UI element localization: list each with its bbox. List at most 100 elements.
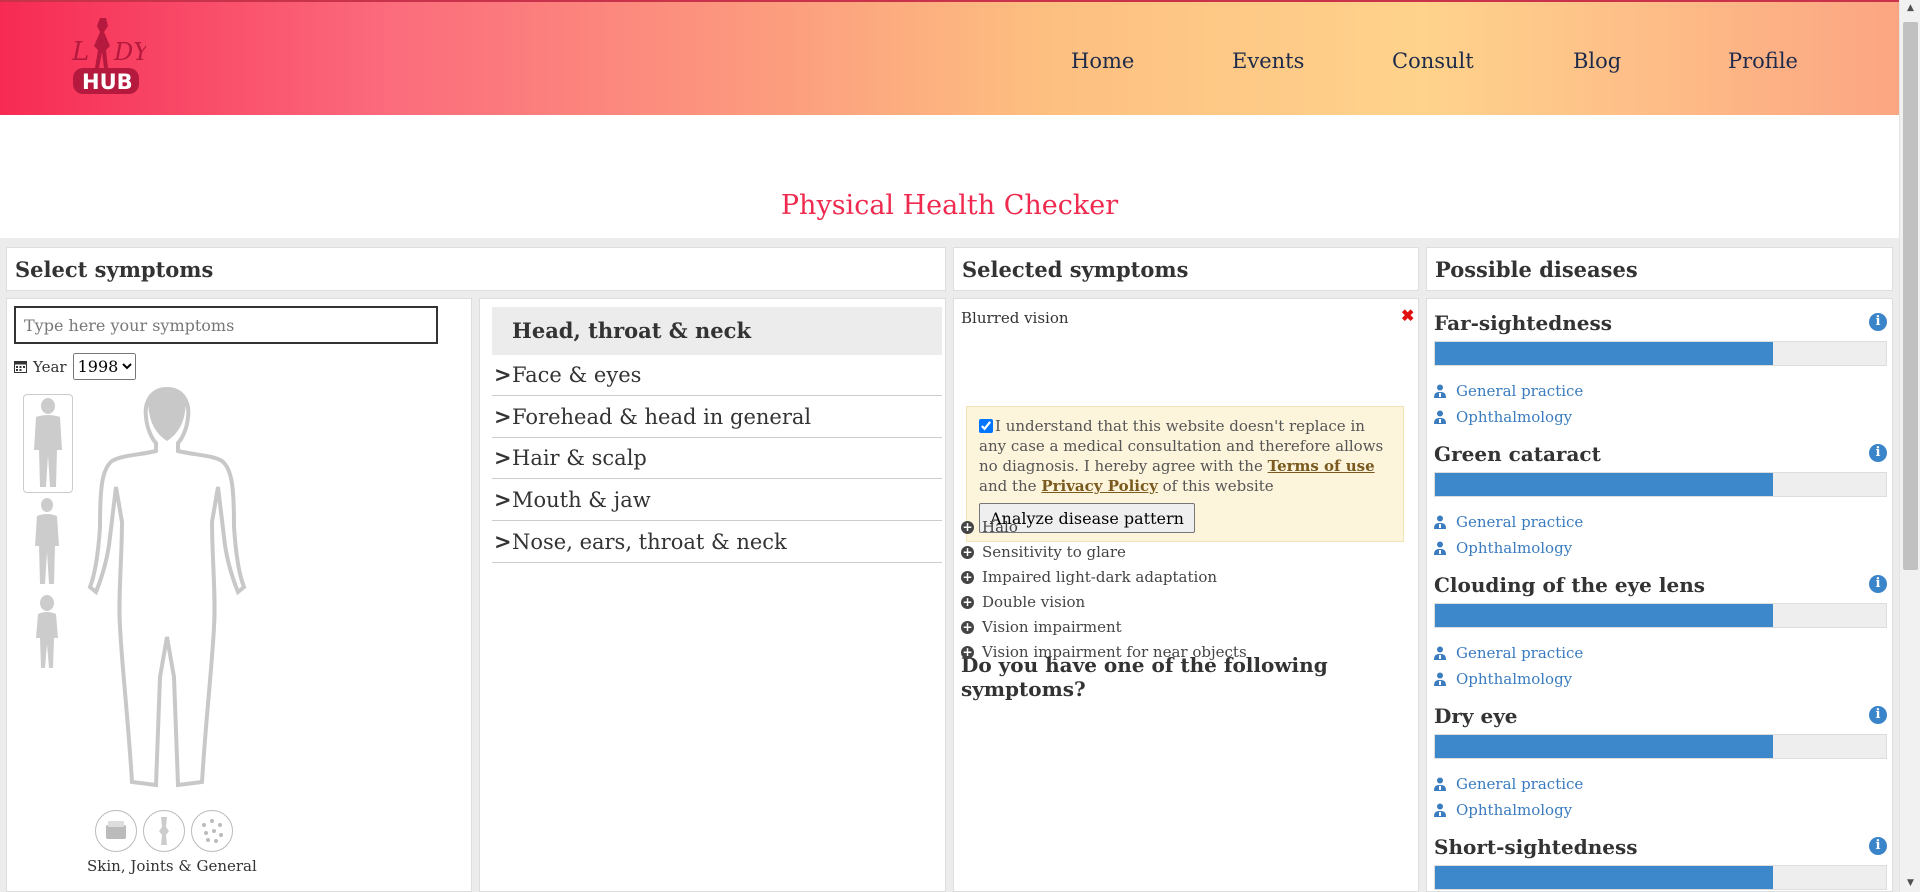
disease-item[interactable]: Dry eye i General practice Ophthalmology [1434,704,1887,823]
scroll-down-icon[interactable]: ▼ [1900,875,1920,892]
consent-box: I understand that this website doesn't r… [966,406,1404,542]
disease-item[interactable]: Short-sightedness i [1434,835,1887,891]
match-bar [1434,472,1887,497]
selected-symptom: Blurred vision [961,309,1069,327]
teen-silhouette-icon[interactable] [27,496,67,586]
terms-of-use-link[interactable]: Terms of use [1268,457,1375,475]
lady-hub-logo[interactable]: L DY HUB [70,16,146,98]
disease-name[interactable]: Far-sightedness [1434,311,1887,335]
category-item[interactable]: > Hair & scalp [492,437,942,479]
skin-button[interactable] [95,810,137,852]
possible-diseases-panel: Far-sightedness i General practice Ophthalm… [1426,298,1893,892]
skin-joints-general-caption: Skin, Joints & General [87,857,257,875]
general-button[interactable] [191,810,233,852]
joints-button[interactable] [143,810,185,852]
doctor-icon [1434,410,1446,424]
nav-blog[interactable]: Blog [1573,49,1621,73]
disease-item[interactable]: Green cataract i General practice Ophthalmo… [1434,442,1887,561]
specialist-link[interactable]: Ophthalmology [1434,666,1887,692]
general-dots-icon [202,819,223,843]
category-item[interactable]: > Forehead & head in general [492,396,942,438]
info-icon[interactable]: i [1869,575,1887,593]
suggested-symptom[interactable]: + Double vision [961,593,1085,611]
vertical-scrollbar[interactable]: ▲ ▼ [1899,0,1920,892]
selected-symptoms-panel: Blurred vision ✖ I understand that this … [953,298,1419,892]
select-symptoms-header: Select symptoms [6,247,946,291]
suggested-symptom[interactable]: + Sensitivity to glare [961,543,1126,561]
doctor-icon [1434,515,1446,529]
disease-name[interactable]: Green cataract [1434,442,1887,466]
info-icon[interactable]: i [1869,837,1887,855]
disease-item[interactable]: Clouding of the eye lens i General practic… [1434,573,1887,692]
plus-icon: + [961,519,974,534]
chevron-right-icon: > [494,487,512,512]
disease-name[interactable]: Short-sightedness [1434,835,1887,859]
category-item[interactable]: > Face & eyes [492,354,942,396]
specialist-link[interactable]: Ophthalmology [1434,404,1887,430]
suggested-symptom[interactable]: + Vision impairment for near objects [961,643,1247,661]
child-silhouette-icon[interactable] [29,594,65,670]
disease-item[interactable]: Far-sightedness i General practice Ophthalm… [1434,311,1887,430]
scroll-up-icon[interactable]: ▲ [1900,0,1920,17]
disease-name[interactable]: Dry eye [1434,704,1887,728]
plus-icon: + [961,619,974,634]
nav-consult[interactable]: Consult [1392,49,1474,73]
selected-symptoms-header: Selected symptoms [953,247,1419,291]
svg-text:DY: DY [113,38,146,66]
nav-home[interactable]: Home [1071,49,1134,73]
year-row: Year 1998 [14,353,136,380]
chevron-right-icon: > [494,445,512,470]
page-title: Physical Health Checker [780,190,1119,221]
nav-profile[interactable]: Profile [1728,49,1798,73]
category-item[interactable]: > Mouth & jaw [492,479,942,521]
body-parts-panel: Head, throat & neck > Face & eyes > Forehe… [479,298,946,892]
specialist-link[interactable]: General practice [1434,640,1887,666]
match-bar [1434,865,1887,890]
category-header: Head, throat & neck [492,307,942,355]
specialist-link[interactable]: General practice [1434,509,1887,535]
doctor-icon [1434,384,1446,398]
specialist-link[interactable]: General practice [1434,378,1887,404]
suggested-symptom[interactable]: + Impaired light-dark adaptation [961,568,1217,586]
site-header: L DY HUB Home Events Consult Blog Profil… [0,0,1899,115]
specialist-link[interactable]: Ophthalmology [1434,797,1887,823]
match-bar-fill [1435,342,1774,365]
remove-symptom-icon[interactable]: ✖ [1401,306,1414,325]
disease-name[interactable]: Clouding of the eye lens [1434,573,1887,597]
nav-events[interactable]: Events [1232,49,1304,73]
info-icon[interactable]: i [1869,706,1887,724]
match-bar [1434,341,1887,366]
suggested-symptom[interactable]: + Halo [961,518,1018,536]
doctor-icon [1434,672,1446,686]
year-label: Year [33,357,67,376]
body-figure[interactable] [82,387,257,797]
match-bar-fill [1435,604,1774,627]
consent-text: I understand that this website doesn't r… [979,417,1384,495]
select-symptoms-title: Select symptoms [15,257,214,282]
possible-diseases-header: Possible diseases [1426,247,1893,291]
year-select[interactable]: 1998 [72,353,136,380]
suggested-symptom[interactable]: + Vision impairment [961,618,1122,636]
body-figure-panel: Year 1998 Skin, Joints & General [6,298,472,892]
skin-icon [106,821,126,839]
doctor-icon [1434,803,1446,817]
plus-icon: + [961,644,974,659]
specialist-link[interactable]: Ophthalmology [1434,535,1887,561]
doctor-icon [1434,646,1446,660]
match-bar-fill [1435,735,1774,758]
privacy-policy-link[interactable]: Privacy Policy [1041,477,1158,495]
symptom-search-input[interactable] [14,306,438,344]
possible-diseases-title: Possible diseases [1435,257,1638,282]
info-icon[interactable]: i [1869,444,1887,462]
chevron-right-icon: > [494,529,512,554]
consent-checkbox[interactable] [979,419,993,433]
specialist-link[interactable]: General practice [1434,771,1887,797]
adult-figure-thumb[interactable] [23,394,73,493]
category-item[interactable]: > Nose, ears, throat & neck [492,521,942,563]
scrollbar-thumb[interactable] [1903,22,1918,570]
info-icon[interactable]: i [1869,313,1887,331]
match-bar [1434,734,1887,759]
svg-text:L: L [71,37,89,67]
match-bar [1434,603,1887,628]
plus-icon: + [961,544,974,559]
